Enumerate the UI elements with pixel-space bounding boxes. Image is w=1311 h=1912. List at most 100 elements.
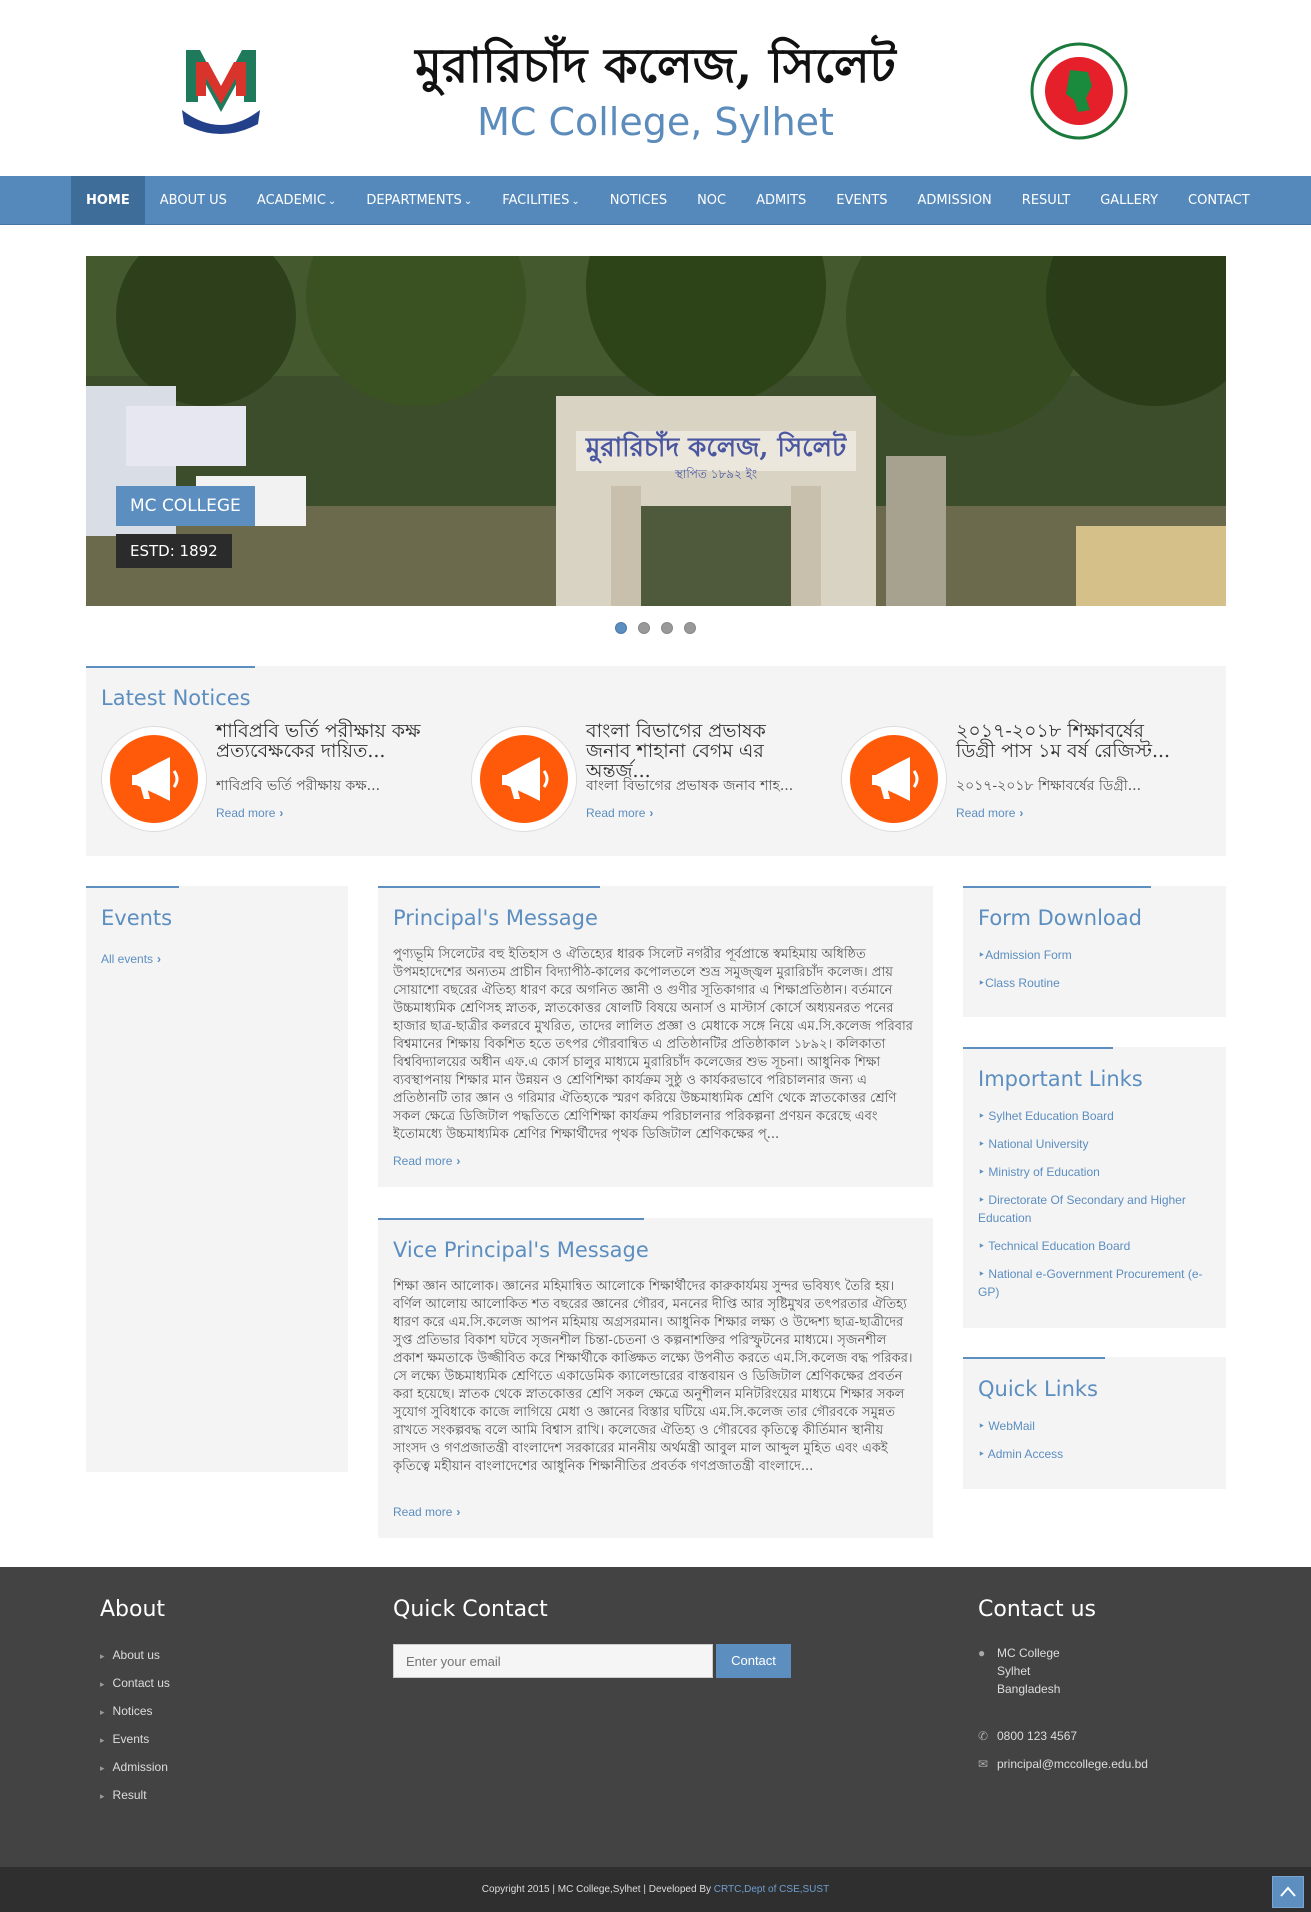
slide-caption-title: MC COLLEGE: [116, 486, 255, 526]
latest-notices-panel: Latest Notices শাবিপ্রবি ভর্তি পরীক্ষায়…: [86, 666, 1226, 856]
notice-item: ২০১৭-২০১৮ শিক্ষাবর্ষের ডিগ্রী পাস ১ম বর্…: [826, 721, 1170, 841]
email-address[interactable]: principal@mccollege.edu.bd: [997, 1755, 1148, 1773]
vice-principal-message-text: শিক্ষা জ্ঞান আলোক। জ্ঞানের মহিমান্বিত আল…: [393, 1279, 913, 1474]
caret-right-icon: ‣: [978, 1419, 989, 1433]
chevron-down-icon: ⌄: [327, 196, 337, 207]
form-download-link[interactable]: ‣Class Routine: [978, 974, 1211, 992]
nav-item-noc[interactable]: NOC: [682, 176, 741, 225]
slider-dot[interactable]: [684, 622, 696, 634]
footer-about-link[interactable]: ▸ Events: [100, 1726, 170, 1754]
slider-dot[interactable]: [638, 622, 650, 634]
developer-link[interactable]: CRTC,Dept of CSE,SUST: [714, 1884, 829, 1895]
principal-read-more-link[interactable]: Read more ›: [393, 1154, 460, 1168]
footer-about-link[interactable]: ▸ Contact us: [100, 1670, 170, 1698]
gate-sign-subtext: স্থাপিত ১৮৯২ ইং: [674, 467, 757, 481]
notice-title[interactable]: ২০১৭-২০১৮ শিক্ষাবর্ষের ডিগ্রী পাস ১ম বর্…: [956, 721, 1171, 761]
gate-sign-text: মুরারিচাঁদ কলেজ, সিলেট: [585, 430, 847, 464]
notice-read-more-link[interactable]: Read more ›: [956, 806, 1023, 820]
copyright-bar: Copyright 2015 | MC College,Sylhet | Dev…: [0, 1867, 1311, 1912]
slider-pagination: [615, 622, 696, 634]
panel-accent-bar: [963, 1047, 1113, 1049]
principal-message-text: পুণ্যভূমি সিলেটের বহু ইতিহাস ও ঐতিহ্যের …: [393, 947, 913, 1142]
scroll-to-top-button[interactable]: [1272, 1876, 1304, 1908]
footer-about-link[interactable]: ▸ Admission: [100, 1754, 170, 1782]
notice-icon-frame: [101, 726, 207, 832]
nav-item-label: GALLERY: [1100, 193, 1159, 208]
panel-accent-bar: [378, 886, 600, 888]
nav-item-events[interactable]: EVENTS: [821, 176, 902, 225]
map-marker-icon: ●: [978, 1646, 986, 1660]
nav-item-label: NOTICES: [609, 193, 668, 208]
chevron-right-icon: ›: [279, 806, 284, 820]
important-link[interactable]: ‣ National University: [978, 1135, 1211, 1153]
panel-accent-bar: [963, 1357, 1105, 1359]
nav-item-label: HOME: [86, 193, 130, 208]
events-panel: Events All events ›: [86, 886, 348, 1472]
form-download-link[interactable]: ‣Admission Form: [978, 946, 1211, 964]
important-link[interactable]: ‣ Ministry of Education: [978, 1163, 1211, 1181]
nav-item-contact[interactable]: CONTACT: [1173, 176, 1265, 225]
nav-item-label: FACILITIES: [502, 193, 570, 208]
nav-item-label: NOC: [697, 193, 727, 208]
notice-summary: বাংলা বিভাগের প্রভাষক জনাব শাহ...: [586, 778, 794, 794]
vice-principal-read-more-link[interactable]: Read more ›: [393, 1505, 460, 1519]
notice-read-more-link[interactable]: Read more ›: [586, 806, 653, 820]
slider-dot[interactable]: [615, 622, 627, 634]
panel-accent-bar: [86, 666, 255, 668]
megaphone-icon: [110, 735, 198, 823]
nav-item-label: CONTACT: [1188, 193, 1250, 208]
bangladesh-govt-seal-icon[interactable]: [1030, 42, 1128, 140]
caret-right-icon: ▸: [100, 1651, 105, 1661]
notice-read-more-link[interactable]: Read more ›: [216, 806, 283, 820]
nav-item-admission[interactable]: ADMISSION: [903, 176, 1007, 225]
nav-item-admits[interactable]: ADMITS: [741, 176, 821, 225]
important-link[interactable]: ‣ National e-Government Procurement (e-G…: [978, 1265, 1211, 1301]
footer-quick-contact-title: Quick Contact: [393, 1597, 548, 1622]
nav-item-result[interactable]: RESULT: [1007, 176, 1085, 225]
notice-title[interactable]: বাংলা বিভাগের প্রভাষক জনাব শাহানা বেগম এ…: [586, 721, 801, 781]
caret-right-icon: ▸: [100, 1763, 105, 1773]
nav-item-label: ADMITS: [756, 193, 807, 208]
important-links-panel: Important Links ‣ Sylhet Education Board…: [963, 1047, 1226, 1328]
all-events-link[interactable]: All events ›: [101, 952, 161, 966]
notice-icon-frame: [841, 726, 947, 832]
important-link[interactable]: ‣ Sylhet Education Board: [978, 1107, 1211, 1125]
caret-right-icon: ‣: [978, 1447, 988, 1461]
phone-icon: ✆: [978, 1729, 989, 1743]
slider-dot[interactable]: [661, 622, 673, 634]
contact-button[interactable]: Contact: [716, 1644, 791, 1678]
events-title: Events: [101, 906, 173, 930]
caret-right-icon: ‣: [978, 1137, 989, 1151]
chevron-right-icon: ›: [1019, 806, 1024, 820]
nav-item-label: ABOUT US: [159, 193, 227, 208]
notice-summary: ২০১৭-২০১৮ শিক্ষাবর্ষের ডিগ্রী...: [956, 778, 1142, 794]
quick-link[interactable]: ‣ WebMail: [978, 1417, 1211, 1435]
notice-title[interactable]: শাবিপ্রবি ভর্তি পরীক্ষায় কক্ষ প্রত্যবেক…: [216, 721, 431, 761]
caret-right-icon: ▸: [100, 1707, 105, 1717]
copyright-text: Copyright 2015 | MC College,Sylhet | Dev…: [481, 1884, 714, 1895]
nav-item-notices[interactable]: NOTICES: [595, 176, 682, 225]
footer-about-link[interactable]: ▸ Result: [100, 1782, 170, 1810]
nav-item-facilities[interactable]: FACILITIES ⌄: [487, 176, 595, 225]
main-navigation: HOME ABOUT US ACADEMIC ⌄ DEPARTMENTS ⌄ FACILIT…: [0, 176, 1311, 225]
chevron-right-icon: ›: [456, 1154, 461, 1168]
latest-notices-title: Latest Notices: [101, 686, 251, 710]
nav-item-departments[interactable]: DEPARTMENTS ⌄: [351, 176, 487, 225]
footer-about-link[interactable]: ▸ About us: [100, 1642, 170, 1670]
panel-accent-bar: [378, 1218, 644, 1220]
important-link[interactable]: ‣ Directorate Of Secondary and Higher Ed…: [978, 1191, 1211, 1227]
important-link[interactable]: ‣ Technical Education Board: [978, 1237, 1211, 1255]
caret-right-icon: ▸: [100, 1679, 105, 1689]
quick-link[interactable]: ‣ Admin Access: [978, 1445, 1211, 1463]
nav-item-label: EVENTS: [836, 193, 888, 208]
nav-item-label: RESULT: [1021, 193, 1071, 208]
footer-about-link[interactable]: ▸ Notices: [100, 1698, 170, 1726]
nav-item-academic[interactable]: ACADEMIC ⌄: [242, 176, 351, 225]
nav-item-about-us[interactable]: ABOUT US: [145, 176, 242, 225]
notice-item: বাংলা বিভাগের প্রভাষক জনাব শাহানা বেগম এ…: [456, 721, 796, 841]
nav-item-home[interactable]: HOME: [71, 176, 145, 225]
hero-slider[interactable]: মুরারিচাঁদ কলেজ, সিলেট স্থাপিত ১৮৯২ ইং M…: [86, 256, 1226, 606]
nav-item-gallery[interactable]: GALLERY: [1085, 176, 1173, 225]
email-field[interactable]: [393, 1644, 713, 1678]
quick-links-title: Quick Links: [978, 1377, 1099, 1401]
